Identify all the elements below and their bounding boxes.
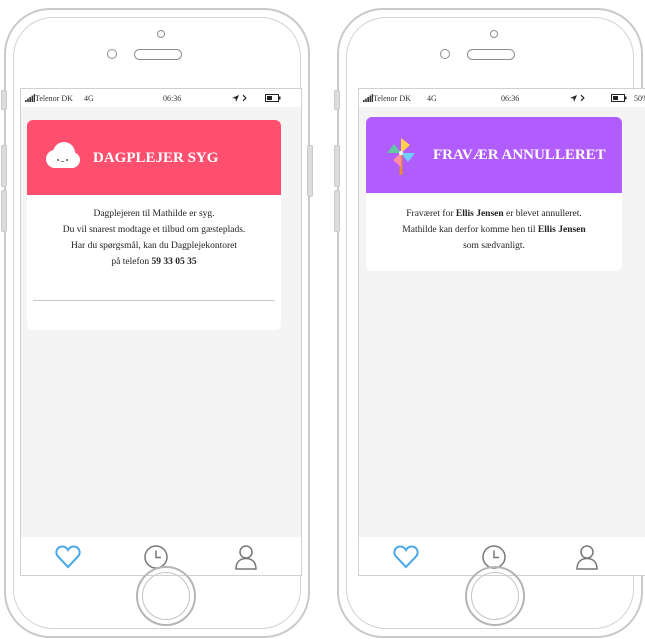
volume-down-button (334, 190, 340, 232)
notification-card[interactable]: FRAVÆR ANNULLERET Fraværet for Ellis Jen… (366, 117, 622, 271)
card-header: DAGPLEJER SYG (27, 120, 281, 195)
home-button[interactable] (136, 566, 196, 626)
card-title: FRAVÆR ANNULLERET (433, 147, 606, 163)
app-screen: Telenor DK 4G 06:36 50% (358, 88, 645, 576)
earpiece-speaker (134, 49, 182, 60)
carrier-name: Telenor DK (373, 94, 411, 103)
volume-up-button (1, 145, 7, 187)
carrier-name: Telenor DK (35, 94, 73, 103)
text-fragment: Fraværet for (406, 209, 456, 219)
earpiece-speaker (467, 49, 515, 60)
heart-icon[interactable] (392, 543, 420, 571)
heart-icon[interactable] (54, 543, 82, 571)
phone-number[interactable]: 59 33 05 35 (151, 257, 196, 267)
message-line: Du vil snarest modtage et tilbud om gæst… (62, 225, 246, 235)
battery-percent: 50% (634, 94, 645, 103)
text-fragment: Mathilde kan derfor komme hen til (402, 225, 538, 235)
power-button (307, 145, 313, 197)
message-line: som sædvanligt. (463, 241, 525, 251)
network-type: 4G (84, 94, 94, 103)
profile-icon[interactable] (573, 543, 601, 571)
message-line: på telefon 59 33 05 35 (27, 254, 281, 270)
person-name: Ellis Jensen (455, 209, 504, 219)
front-camera (157, 30, 165, 38)
text-fragment: er blevet annulleret. (503, 209, 582, 219)
phone-frame-left: Telenor DK 4G 06:36 DAGPLEJER SYG Dagple… (1, 8, 313, 638)
proximity-sensor (440, 49, 450, 59)
battery-icon (265, 94, 281, 102)
proximity-sensor (107, 49, 117, 59)
app-screen: Telenor DK 4G 06:36 DAGPLEJER SYG Dagple… (20, 88, 302, 576)
card-divider (33, 300, 275, 301)
signal-icon (363, 94, 373, 102)
mute-switch (1, 90, 7, 110)
message-line: Dagplejeren til Mathilde er syg. (93, 209, 215, 219)
mute-switch (334, 90, 340, 110)
card-title: DAGPLEJER SYG (93, 150, 219, 166)
clock-time: 06:36 (501, 94, 520, 103)
location-bluetooth-icon (570, 94, 585, 102)
profile-icon[interactable] (232, 543, 260, 571)
front-camera (490, 30, 498, 38)
network-type: 4G (427, 94, 437, 103)
battery-icon (611, 94, 627, 102)
person-name: Ellis Jensen (537, 225, 586, 235)
message-line: Fraværet for Ellis Jensen er blevet annu… (366, 206, 622, 222)
status-bar: Telenor DK 4G 06:36 (21, 89, 301, 107)
clock-time: 06:36 (163, 94, 182, 103)
message-line: Mathilde kan derfor komme hen til Ellis … (366, 222, 622, 238)
phone-frame-right: Telenor DK 4G 06:36 50% (334, 8, 645, 638)
location-bluetooth-icon (232, 94, 247, 102)
card-message: Dagplejeren til Mathilde er syg. Du vil … (27, 206, 281, 270)
status-bar: Telenor DK 4G 06:36 50% (359, 89, 645, 107)
card-message: Fraværet for Ellis Jensen er blevet annu… (366, 206, 622, 254)
pinwheel-icon (387, 138, 415, 175)
phone-prefix: på telefon (111, 257, 152, 267)
volume-down-button (1, 190, 7, 232)
message-line: Har du spørgsmål, kan du Dagplejekontore… (70, 241, 238, 251)
cloud-icon (46, 142, 80, 168)
notification-card[interactable]: DAGPLEJER SYG Dagplejeren til Mathilde e… (27, 120, 281, 330)
signal-icon (25, 94, 35, 102)
card-header: FRAVÆR ANNULLERET (366, 117, 622, 193)
home-button[interactable] (465, 566, 525, 626)
volume-up-button (334, 145, 340, 187)
